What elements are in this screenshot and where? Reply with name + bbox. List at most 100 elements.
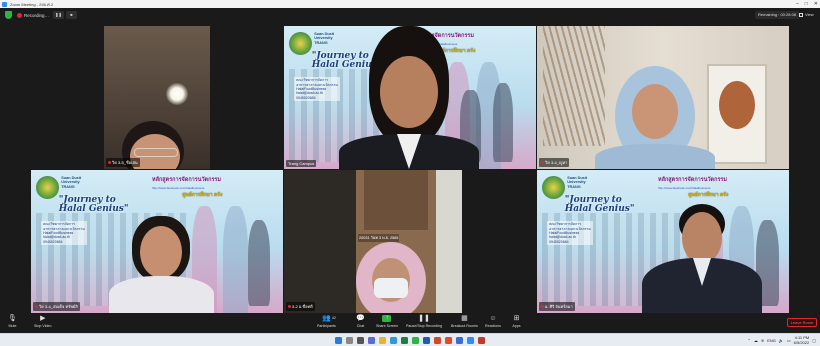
glasses xyxy=(134,148,178,157)
meeting-top-bar: Recording… ❚❚ ■ Remaining : 00:28:08 Vie… xyxy=(0,8,820,22)
recording-indicator: Recording… xyxy=(17,11,49,19)
participants-button[interactable]: 👥 42 Participants xyxy=(317,315,336,328)
share-screen-icon: ↑ xyxy=(382,315,392,322)
video-tile-2[interactable]: Suan Dusit University TRANG "Journey to … xyxy=(284,26,536,169)
participants-icon: 👥 42 xyxy=(322,315,336,322)
slide-thai-heading: หลักสูตรการจัดการนวัตกรรม xyxy=(657,176,727,183)
video-caption: 20031 วันท 3 พ.ย. 2565 xyxy=(358,234,400,242)
search-icon[interactable] xyxy=(346,337,353,344)
pause-recording-button[interactable]: ❚❚ xyxy=(53,11,64,19)
pampas-grass-decor xyxy=(543,26,605,146)
windows-start-icon[interactable] xyxy=(335,337,342,344)
notification-icon[interactable]: ▢ xyxy=(812,338,816,343)
video-tile-3[interactable]: วิด 3-4_ญูหา xyxy=(537,26,789,169)
chrome-icon[interactable] xyxy=(445,337,452,344)
clock[interactable]: 4:11 PM 6/5/2022 xyxy=(794,335,810,345)
slide-thai-heading: หลักสูตรการจัดการนวัตกรรม xyxy=(151,176,221,183)
clothing xyxy=(595,144,715,169)
app-icon[interactable] xyxy=(478,337,485,344)
grid-view-icon xyxy=(799,13,803,17)
apps-button[interactable]: ⊞ Apps xyxy=(512,315,521,328)
line-icon[interactable] xyxy=(412,337,419,344)
pause-icon: ❚❚ xyxy=(418,315,430,322)
silhouette xyxy=(247,220,271,306)
video-tile-4[interactable]: Suan Dusit University TRANG "Journey to … xyxy=(31,170,283,313)
video-tile-6[interactable]: Suan Dusit University TRANG "Journey to … xyxy=(537,170,789,313)
pause-recording-toolbar-button[interactable]: ❚❚ Pause/Stop Recording xyxy=(406,315,442,328)
meeting-toolbar: 🎙 Mute ▶ Stop Video 👥 42 Participants 💬 C… xyxy=(0,313,820,333)
edge-icon[interactable] xyxy=(390,337,397,344)
smiley-icon: ☺ xyxy=(489,315,497,322)
slide-highlight: ศูนย์การศึกษา ตรัง xyxy=(688,192,729,199)
speaker-icon[interactable]: 🔈 xyxy=(779,338,784,343)
zoom-app-icon xyxy=(2,1,7,7)
participant-name: Trang Campus xyxy=(286,160,317,167)
video-tile-1[interactable]: วิด 3-5_ชื่อเล่น xyxy=(104,26,210,169)
slide-title: "Journey to Halal Genius" xyxy=(564,194,635,214)
face xyxy=(682,212,722,264)
slide-highlight: ศูนย์การศึกษา ตรัง xyxy=(182,192,223,199)
slide-contact: คณะวิทยาการจัดการ อาหารฮาลาลและนวัตกรรม Ha… xyxy=(547,221,593,245)
view-button[interactable]: View xyxy=(796,11,817,19)
word-icon[interactable] xyxy=(423,337,430,344)
chat-button[interactable]: 💬 Chat xyxy=(356,315,365,328)
close-icon[interactable]: ✕ xyxy=(814,0,818,8)
zoom-taskbar-icon[interactable] xyxy=(467,337,474,344)
excel-icon[interactable] xyxy=(401,337,408,344)
system-tray: ⌃ ☁ ≋ ENG 🔈 ▭ 4:11 PM 6/5/2022 ▢ xyxy=(747,335,816,345)
windows-taskbar: ⌃ ☁ ≋ ENG 🔈 ▭ 4:11 PM 6/5/2022 ▢ xyxy=(0,333,820,346)
teams-icon[interactable] xyxy=(368,337,375,344)
security-shield-icon[interactable] xyxy=(5,11,12,19)
muted-mic-icon xyxy=(541,161,544,165)
participant-name: วิด 3-4_ญูหา xyxy=(539,158,570,167)
participant-name: อ. ศิริ จันทร์สมา xyxy=(539,302,575,311)
face xyxy=(140,226,182,278)
outlook-icon[interactable] xyxy=(456,337,463,344)
frame-artwork xyxy=(719,81,755,129)
task-view-icon[interactable] xyxy=(357,337,364,344)
share-screen-button[interactable]: ↑ Share Screen xyxy=(376,315,398,328)
maximize-icon[interactable]: □ xyxy=(805,0,808,8)
stop-recording-button[interactable]: ■ xyxy=(66,11,77,19)
chevron-up-icon[interactable]: ⌃ xyxy=(747,338,750,343)
window-controls: – □ ✕ xyxy=(796,0,818,8)
door-panel xyxy=(364,170,428,230)
remaining-time: Remaining : 00:28:08 xyxy=(755,11,800,19)
muted-mic-icon xyxy=(541,305,544,309)
pillar-image xyxy=(222,205,248,313)
participant-name: 3-2 อ.ชื่อทดี xyxy=(286,302,315,311)
file-explorer-icon[interactable] xyxy=(379,337,386,344)
chat-icon: 💬 xyxy=(356,315,365,322)
participant-name: วิด 3-5_ชื่อเล่น xyxy=(106,158,140,167)
muted-mic-icon xyxy=(288,305,291,309)
stop-video-button[interactable]: ▶ Stop Video xyxy=(34,315,52,328)
face xyxy=(632,84,678,139)
video-camera-icon: ▶ xyxy=(40,315,46,322)
wifi-icon[interactable]: ≋ xyxy=(761,338,764,343)
mute-button[interactable]: 🎙 Mute xyxy=(8,315,17,328)
language-indicator[interactable]: ENG xyxy=(767,338,776,343)
recording-label: Recording… xyxy=(24,12,50,18)
university-name: Suan Dusit University TRANG xyxy=(567,175,588,189)
powerpoint-icon[interactable] xyxy=(434,337,441,344)
cloud-icon[interactable]: ☁ xyxy=(754,338,758,343)
slide-url: http://www.facebook.com/halalbusiness xyxy=(151,185,205,190)
muted-mic-icon xyxy=(108,161,111,165)
breakout-rooms-button[interactable]: ▦ Breakout Rooms xyxy=(451,315,478,328)
window-title: Zoom Meeting - ลงบ.ศ.2 xyxy=(10,1,54,7)
leave-room-button[interactable]: Leave Room xyxy=(787,318,817,327)
view-label: View xyxy=(805,12,814,17)
minimize-icon[interactable]: – xyxy=(796,0,799,8)
university-logo xyxy=(36,175,59,199)
university-logo xyxy=(542,175,565,199)
slide-url: http://www.facebook.com/halalbusiness xyxy=(657,185,711,190)
video-tile-5[interactable]: 20031 วันท 3 พ.ย. 2565 3-2 อ.ชื่อทดี xyxy=(284,170,462,313)
battery-icon[interactable]: ▭ xyxy=(787,338,791,343)
clock-date: 6/5/2022 xyxy=(793,340,810,345)
breakout-rooms-icon: ▦ xyxy=(461,315,468,322)
slide-contact: คณะวิทยาการจัดการ อาหารฮาลาลและนวัตกรรม Ha… xyxy=(294,77,340,101)
slide-contact: คณะวิทยาการจัดการ อาหารฮาลาลและนวัตกรรม Ha… xyxy=(41,221,87,245)
university-logo xyxy=(289,31,312,55)
wall xyxy=(436,170,462,313)
reactions-button[interactable]: ☺ Reactions xyxy=(485,315,501,328)
